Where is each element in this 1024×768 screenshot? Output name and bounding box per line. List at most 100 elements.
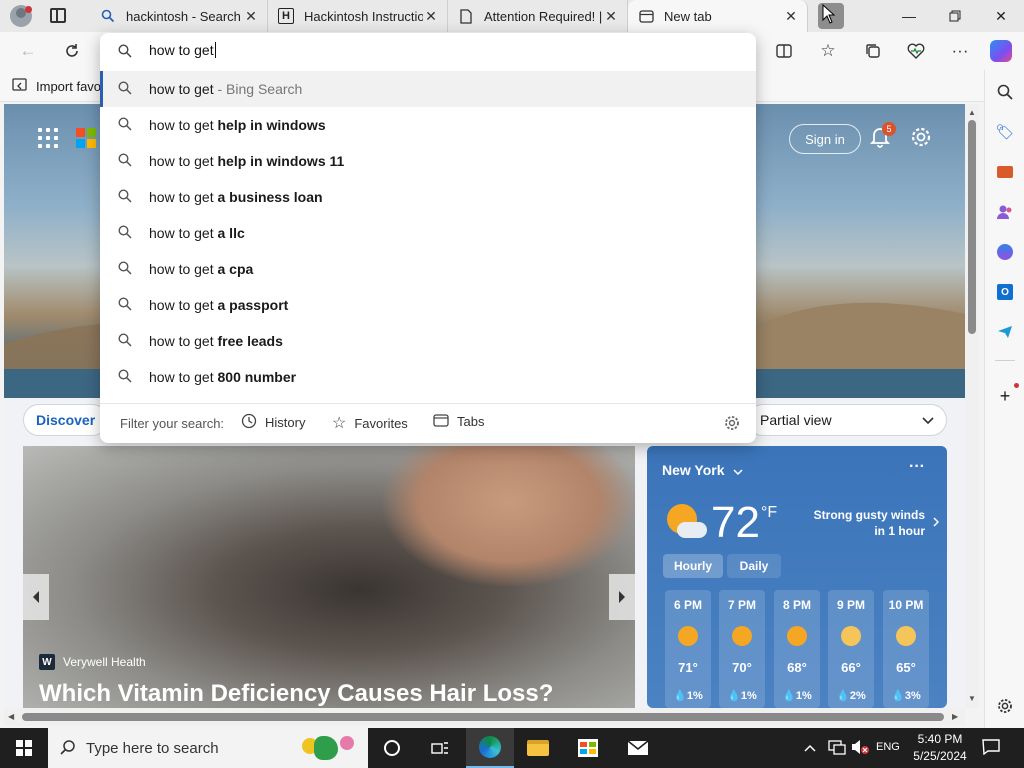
suggestion-item[interactable]: how to get a llc (100, 215, 756, 251)
close-tab-icon[interactable]: ✕ (243, 8, 259, 25)
copilot-icon[interactable] (990, 40, 1012, 62)
hour-precip: 💧1% (727, 690, 757, 702)
sunny-icon (787, 626, 807, 646)
browser-essentials-icon[interactable] (898, 32, 934, 70)
scroll-left-icon[interactable]: ◀ (8, 712, 14, 721)
suggestion-item[interactable]: how to get a business loan (100, 179, 756, 215)
hour-forecast[interactable]: 6 PM 71° 💧1% (665, 590, 711, 708)
suggestion-text: how to get 800 number (149, 369, 297, 385)
profile-avatar[interactable] (10, 5, 32, 27)
hour-time: 9 PM (836, 598, 865, 612)
suggestion-item[interactable]: how to get a cpa (100, 251, 756, 287)
close-tab-icon[interactable]: ✕ (603, 8, 619, 25)
hour-forecast[interactable]: 9 PM 66° 💧2% (828, 590, 874, 708)
horizontal-scrollbar[interactable]: ◀ ▶ (4, 708, 965, 726)
star-icon: ☆ (332, 415, 347, 432)
copilot-apps-icon[interactable] (993, 240, 1017, 264)
discover-tab[interactable]: Discover (23, 404, 109, 436)
suggestion-item[interactable]: how to get free leads (100, 323, 756, 359)
scroll-thumb[interactable] (22, 713, 944, 721)
settings-gear-icon[interactable] (910, 126, 932, 151)
edge-taskbar-icon[interactable] (466, 728, 514, 768)
carousel-prev-button[interactable] (23, 574, 49, 620)
close-tab-icon[interactable]: ✕ (423, 8, 439, 25)
sidebar-settings-icon[interactable] (993, 694, 1017, 718)
suggestion-item[interactable]: how to get a passport (100, 287, 756, 323)
suggestion-item[interactable]: how to get help in windows (100, 107, 756, 143)
scroll-down-icon[interactable]: ▼ (968, 694, 976, 703)
suggestion-item[interactable]: how to get help in windows 11 (100, 143, 756, 179)
weather-location[interactable]: New York (662, 462, 743, 478)
address-bar[interactable]: how to get (100, 33, 756, 69)
notifications-bell-icon[interactable]: 5 (869, 122, 896, 150)
clock[interactable]: 5:40 PM 5/25/2024 (908, 731, 972, 765)
tab-attention-required[interactable]: Attention Required! | ✕ (448, 0, 628, 32)
taskbar-search-box[interactable]: Type here to search (48, 728, 368, 768)
hour-forecast[interactable]: 7 PM 70° 💧1% (719, 590, 765, 708)
send-icon[interactable] (993, 320, 1017, 344)
action-center-icon[interactable] (982, 739, 1000, 758)
tab-hackintosh-search[interactable]: hackintosh - Search ✕ (90, 0, 268, 32)
more-options-icon[interactable]: ··· (942, 32, 978, 70)
language-indicator[interactable]: ENG (876, 741, 900, 753)
task-view-icon[interactable] (416, 728, 464, 768)
minimize-button[interactable]: — (886, 0, 932, 32)
search-icon[interactable] (993, 80, 1017, 104)
tab-actions-icon[interactable] (50, 8, 66, 23)
vertical-scrollbar[interactable]: ▲ ▼ (965, 104, 979, 708)
weather-alert[interactable]: Strong gusty winds in 1 hour (795, 508, 940, 538)
people-icon[interactable] (993, 200, 1017, 224)
hour-forecast[interactable]: 8 PM 68° 💧1% (774, 590, 820, 708)
chevron-right-icon (933, 516, 940, 530)
address-input[interactable]: how to get (149, 42, 216, 58)
volume-muted-icon[interactable] (850, 739, 870, 758)
start-button[interactable] (0, 728, 48, 768)
chevron-up-icon[interactable] (804, 740, 816, 755)
tab-daily[interactable]: Daily (727, 554, 781, 578)
sign-in-button[interactable]: Sign in (789, 124, 861, 154)
scroll-up-icon[interactable]: ▲ (968, 108, 976, 117)
favorites-icon[interactable]: ☆ (810, 32, 846, 70)
store-icon[interactable] (564, 728, 612, 768)
filter-history-button[interactable]: History (241, 413, 305, 432)
hand-shape (383, 446, 635, 586)
add-icon[interactable]: + (993, 384, 1017, 408)
refresh-icon[interactable] (54, 32, 90, 70)
more-options-icon[interactable]: ··· (909, 458, 925, 476)
weather-card[interactable]: New York ··· 72 °F Strong gusty winds in… (647, 446, 947, 708)
tab-new-tab[interactable]: New tab ✕ (628, 0, 808, 32)
search-settings-icon[interactable] (724, 415, 740, 431)
shopping-tag-icon[interactable]: 🏷 (993, 120, 1017, 144)
file-explorer-icon[interactable] (514, 728, 562, 768)
restore-button[interactable] (932, 0, 978, 32)
news-headline[interactable]: Which Vitamin Deficiency Causes Hair Los… (39, 680, 553, 708)
tab-hourly[interactable]: Hourly (663, 554, 723, 578)
close-window-button[interactable]: ✕ (978, 0, 1024, 32)
apps-grid-icon[interactable] (38, 128, 58, 148)
filter-favorites-button[interactable]: ☆ Favorites (332, 413, 408, 433)
weather-unit: °F (761, 504, 778, 521)
search-icon (118, 333, 132, 350)
alert-line-1: Strong gusty winds (813, 508, 925, 522)
cortana-icon[interactable] (368, 728, 416, 768)
outlook-icon[interactable]: O (993, 280, 1017, 304)
collections-icon[interactable] (855, 32, 891, 70)
news-card[interactable]: W Verywell Health Which Vitamin Deficien… (23, 446, 635, 708)
hour-forecast[interactable]: 10 PM 65° 💧3% (883, 590, 929, 708)
filter-tabs-button[interactable]: Tabs (433, 413, 484, 430)
carousel-next-button[interactable] (609, 574, 635, 620)
import-favorites-button[interactable]: Import favo (12, 77, 101, 95)
tab-hackintosh-instructions[interactable]: H Hackintosh Instructio ✕ (268, 0, 448, 32)
network-icon[interactable] (828, 739, 846, 758)
tools-icon[interactable] (993, 160, 1017, 184)
scroll-thumb[interactable] (968, 120, 976, 334)
sunny-icon (732, 626, 752, 646)
suggestion-item[interactable]: how to get 800 number (100, 359, 756, 395)
split-screen-icon[interactable] (766, 32, 802, 70)
suggestion-item[interactable]: how to get - Bing Search (100, 71, 756, 107)
close-tab-icon[interactable]: ✕ (783, 8, 799, 25)
back-icon[interactable]: ← (10, 32, 46, 70)
view-mode-dropdown[interactable]: Partial view (747, 404, 947, 436)
scroll-right-icon[interactable]: ▶ (952, 712, 958, 721)
mail-icon[interactable] (614, 728, 662, 768)
